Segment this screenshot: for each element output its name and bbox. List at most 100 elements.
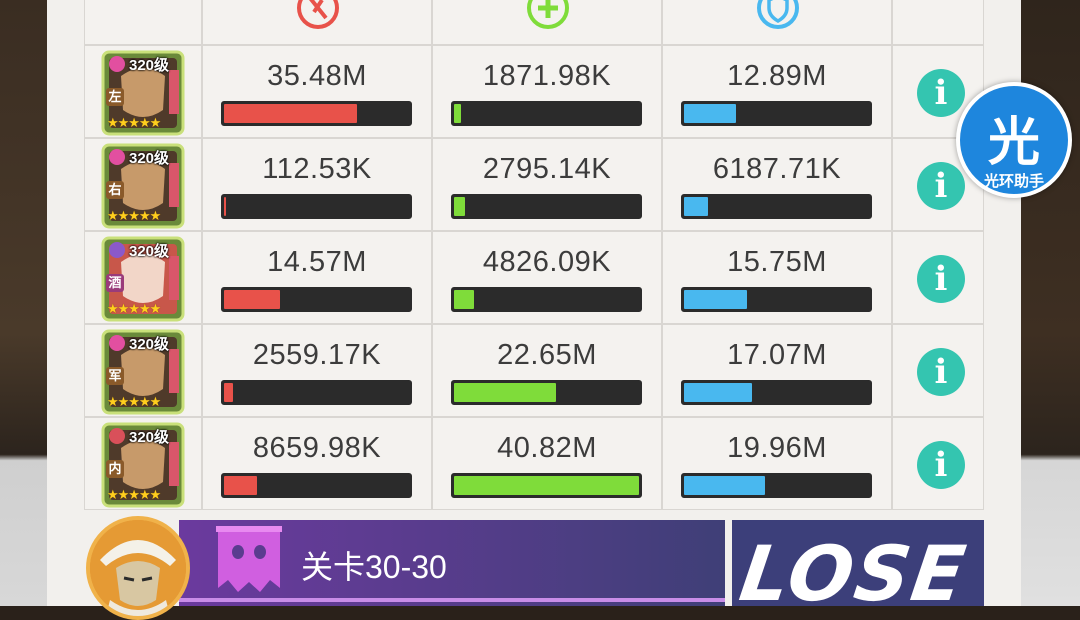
heal-progress-bar (451, 101, 642, 126)
damage-progress-bar (221, 287, 412, 312)
damage-stat-cell: 2559.17K (202, 324, 432, 417)
battle-result-bar: 关卡30-30 LOSE (84, 516, 984, 620)
header-defense-cell (662, 0, 892, 45)
header-blank-cell (84, 0, 202, 45)
damage-value: 112.53K (262, 153, 372, 185)
hero-level: 320级 (129, 243, 170, 260)
damage-value: 2559.17K (252, 339, 382, 371)
hero-portrait-cell: 320级 军 ★★★★★ (84, 324, 202, 417)
defense-value: 17.07M (727, 339, 827, 371)
hero-portrait-cell: 320级 右 ★★★★★ (84, 138, 202, 231)
result-lose-box: LOSE (732, 520, 984, 618)
hero-portrait-cell: 320级 左 ★★★★★ (84, 45, 202, 138)
heal-progress-fill (454, 383, 556, 402)
info-button[interactable]: i (917, 441, 965, 489)
defense-progress-bar (681, 473, 872, 498)
hero-stars: ★★★★★ (107, 301, 161, 316)
defense-stat-cell: 15.75M (662, 231, 892, 324)
damage-progress-fill (224, 383, 234, 402)
defense-value: 6187.71K (712, 153, 842, 185)
defense-progress-bar (681, 101, 872, 126)
heal-progress-fill (454, 104, 462, 123)
defense-value: 15.75M (727, 246, 827, 278)
defense-value: 19.96M (727, 432, 827, 464)
info-button[interactable]: i (917, 69, 965, 117)
defense-stat-cell: 17.07M (662, 324, 892, 417)
avatar-portrait-icon (90, 520, 186, 616)
heal-stat-cell: 22.65M (432, 324, 662, 417)
damage-icon (297, 0, 339, 29)
defense-value: 12.89M (727, 60, 827, 92)
hero-portrait-cell: 320级 内 ★★★★★ (84, 417, 202, 510)
hero-level: 320级 (129, 150, 170, 167)
header-damage-cell (202, 0, 432, 45)
heal-progress-bar (451, 194, 642, 219)
heal-progress-fill (454, 476, 639, 495)
defense-progress-fill (684, 290, 747, 309)
hero-level: 320级 (129, 336, 170, 353)
heal-value: 2795.14K (482, 153, 612, 185)
damage-stat-cell: 112.53K (202, 138, 432, 231)
badge-label: 光环助手 (983, 173, 1044, 190)
header-heal-cell (432, 0, 662, 45)
badge-glyph: 光 (987, 114, 1040, 172)
damage-progress-fill (224, 104, 358, 123)
info-cell: i (892, 324, 984, 417)
hero-tag: 左 (106, 88, 124, 106)
damage-stat-cell: 8659.98K (202, 417, 432, 510)
info-icon: i (934, 166, 948, 206)
info-icon: i (934, 259, 948, 299)
heal-value: 22.65M (497, 339, 597, 371)
hero-stars: ★★★★★ (107, 487, 161, 502)
defense-progress-fill (684, 476, 766, 495)
info-icon: i (934, 73, 948, 113)
damage-value: 35.48M (267, 60, 367, 92)
defense-progress-bar (681, 380, 872, 405)
shield-icon (757, 0, 799, 29)
damage-progress-bar (221, 380, 412, 405)
heal-stat-cell: 40.82M (432, 417, 662, 510)
heal-cross-icon (527, 0, 569, 29)
stats-table: 320级 左 ★★★★★ 35.48M 1871.98K 12.89M i 32… (84, 0, 984, 510)
heal-progress-fill (454, 197, 466, 216)
hero-level: 320级 (129, 57, 170, 74)
info-button[interactable]: i (917, 348, 965, 396)
ghost-flag-icon (216, 526, 282, 592)
damage-stat-cell: 35.48M (202, 45, 432, 138)
hero-level: 320级 (129, 429, 170, 446)
heal-progress-bar (451, 473, 642, 498)
defense-stat-cell: 6187.71K (662, 138, 892, 231)
defense-progress-bar (681, 287, 872, 312)
hero-tag: 军 (106, 367, 124, 385)
heal-value: 1871.98K (482, 60, 612, 92)
info-button[interactable]: i (917, 162, 965, 210)
defense-stat-cell: 12.89M (662, 45, 892, 138)
defense-progress-fill (684, 197, 709, 216)
hero-stars: ★★★★★ (107, 394, 161, 409)
info-cell: i (892, 417, 984, 510)
damage-progress-bar (221, 473, 412, 498)
player-avatar[interactable] (86, 516, 190, 620)
header-info-cell (892, 0, 984, 45)
result-lose-label: LOSE (734, 529, 973, 618)
heal-stat-cell: 2795.14K (432, 138, 662, 231)
damage-stat-cell: 14.57M (202, 231, 432, 324)
hero-tag: 内 (106, 460, 124, 478)
background-left (0, 0, 50, 606)
damage-value: 8659.98K (252, 432, 382, 464)
info-cell: i (892, 231, 984, 324)
hero-portrait-cell: 320级 酒 ★★★★★ (84, 231, 202, 324)
heal-value: 40.82M (497, 432, 597, 464)
hero-tag: 右 (106, 181, 124, 199)
damage-progress-fill (224, 197, 226, 216)
heal-stat-cell: 4826.09K (432, 231, 662, 324)
damage-progress-fill (224, 290, 280, 309)
info-icon: i (934, 352, 948, 392)
defense-progress-fill (684, 383, 753, 402)
guanghuan-assistant-badge[interactable]: 光 光环助手 (956, 82, 1072, 198)
defense-progress-bar (681, 194, 872, 219)
hero-tag: 酒 (106, 274, 124, 292)
heal-progress-fill (454, 290, 475, 309)
info-button[interactable]: i (917, 255, 965, 303)
damage-progress-fill (224, 476, 258, 495)
